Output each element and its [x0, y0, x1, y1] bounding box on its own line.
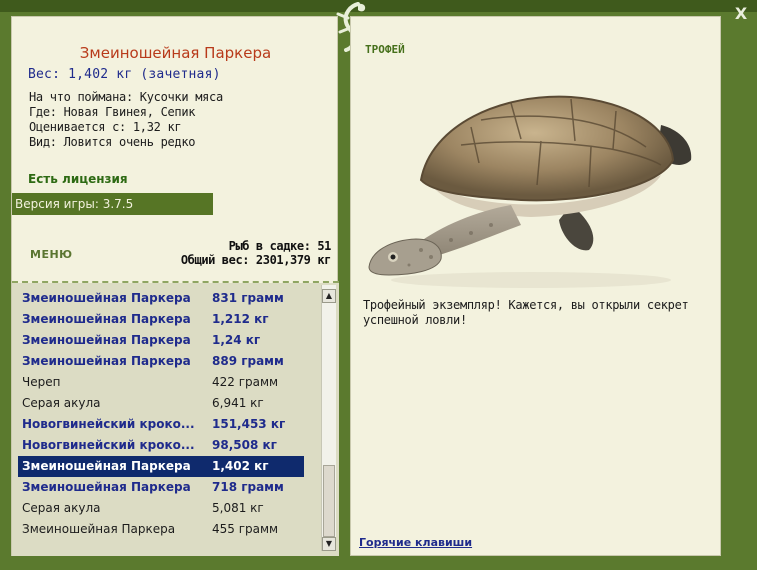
catch-fish-weight: 151,453 кг [212, 417, 286, 431]
catch-rows: Змеиношейная Паркера 831 грамм Змеиношейна… [18, 288, 304, 540]
scrollbar[interactable]: ▲ ▼ [321, 285, 336, 551]
catch-row[interactable]: Змеиношейная Паркера 718 грамм [18, 477, 304, 498]
turtle-picture [368, 95, 692, 288]
catch-fish-name: Серая акула [22, 501, 101, 515]
catch-fish-weight: 1,402 кг [212, 459, 269, 473]
location-info: Где: Новая Гвинея, Сепик [29, 105, 196, 119]
catch-info-panel: Змеиношейная Паркера Вес: 1,402 кг (заче… [11, 16, 339, 556]
close-button[interactable]: X [731, 4, 751, 24]
catch-row[interactable]: Серая акула 6,941 кг [18, 393, 304, 414]
fish-weight: Вес: 1,402 кг (зачетная) [28, 67, 221, 82]
catch-fish-name: Змеиношейная Паркера [22, 333, 191, 347]
catch-row[interactable]: Череп 422 грамм [18, 372, 304, 393]
catch-row[interactable]: Змеиношейная Паркера 1,402 кг [18, 456, 304, 477]
catch-fish-name: Новогвинейский кроко... [22, 438, 195, 452]
version-bar: Версия игры: 3.7.5 [12, 193, 213, 215]
catch-fish-weight: 98,508 кг [212, 438, 277, 452]
trophy-message: Трофейный экземпляр! Кажется, вы открыли… [363, 298, 689, 327]
catch-fish-name: Змеиношейная Паркера [22, 459, 191, 473]
fish-count: Рыб в садке: 51 [228, 239, 332, 253]
catch-fish-weight: 422 грамм [212, 375, 279, 389]
game-window: X Змеиношейная Паркера Вес: 1,402 кг (за… [0, 0, 757, 570]
catch-fish-name: Змеиношейная Паркера [22, 354, 191, 368]
total-weight: Общий вес: 2301,379 кг [180, 253, 332, 267]
catch-fish-weight: 718 грамм [212, 480, 284, 494]
trophy-label: ТРОФЕЙ [365, 43, 405, 56]
catch-row[interactable]: Новогвинейский кроко... 151,453 кг [18, 414, 304, 435]
trophy-panel: ТРОФЕЙ Трофейный экземпляр! Кажется, вы … [350, 16, 721, 556]
catch-fish-name: Череп [22, 375, 61, 389]
scroll-up-button[interactable]: ▲ [322, 289, 336, 303]
catch-fish-name: Змеиношейная Паркера [22, 312, 191, 326]
catch-list: Змеиношейная Паркера 831 грамм Змеиношейна… [12, 283, 339, 556]
catch-row[interactable]: Змеиношейная Паркера 889 грамм [18, 351, 304, 372]
catch-fish-weight: 1,24 кг [212, 333, 261, 347]
catch-row[interactable]: Змеиношейная Паркера 831 грамм [18, 288, 304, 309]
catch-fish-name: Змеиношейная Паркера [22, 480, 191, 494]
catch-row[interactable]: Новогвинейский кроко... 98,508 кг [18, 435, 304, 456]
catch-fish-name: Змеиношейная Паркера [22, 522, 176, 536]
bait-info: На что поймана: Кусочки мяса [29, 90, 223, 104]
catch-row[interactable]: Змеиношейная Паркера 1,212 кг [18, 309, 304, 330]
fish-title: Змеиношейная Паркера [79, 44, 272, 62]
hotkeys-link[interactable]: Горячие клавиши [359, 536, 472, 549]
scroll-thumb[interactable] [323, 465, 335, 537]
rarity-info: Вид: Ловится очень редко [29, 135, 196, 149]
menu-button[interactable]: МЕНЮ [30, 248, 73, 261]
catch-fish-weight: 5,081 кг [212, 501, 264, 515]
license-status: Есть лицензия [28, 172, 128, 186]
catch-fish-weight: 1,212 кг [212, 312, 269, 326]
catch-fish-name: Серая акула [22, 396, 101, 410]
rating-info: Оценивается с: 1,32 кг [29, 120, 182, 134]
keepnet-stats: Рыб в садке: 51 Общий вес: 2301,379 кг [180, 239, 332, 267]
catch-row[interactable]: Серая акула 5,081 кг [18, 498, 304, 519]
catch-fish-weight: 455 грамм [212, 522, 279, 536]
catch-fish-weight: 889 грамм [212, 354, 284, 368]
catch-fish-name: Новогвинейский кроко... [22, 417, 195, 431]
catch-row[interactable]: Змеиношейная Паркера 1,24 кг [18, 330, 304, 351]
catch-row[interactable]: Змеиношейная Паркера 455 грамм [18, 519, 304, 540]
catch-fish-weight: 6,941 кг [212, 396, 264, 410]
catch-fish-weight: 831 грамм [212, 291, 284, 305]
catch-fish-name: Змеиношейная Паркера [22, 291, 191, 305]
scroll-down-button[interactable]: ▼ [322, 537, 336, 551]
